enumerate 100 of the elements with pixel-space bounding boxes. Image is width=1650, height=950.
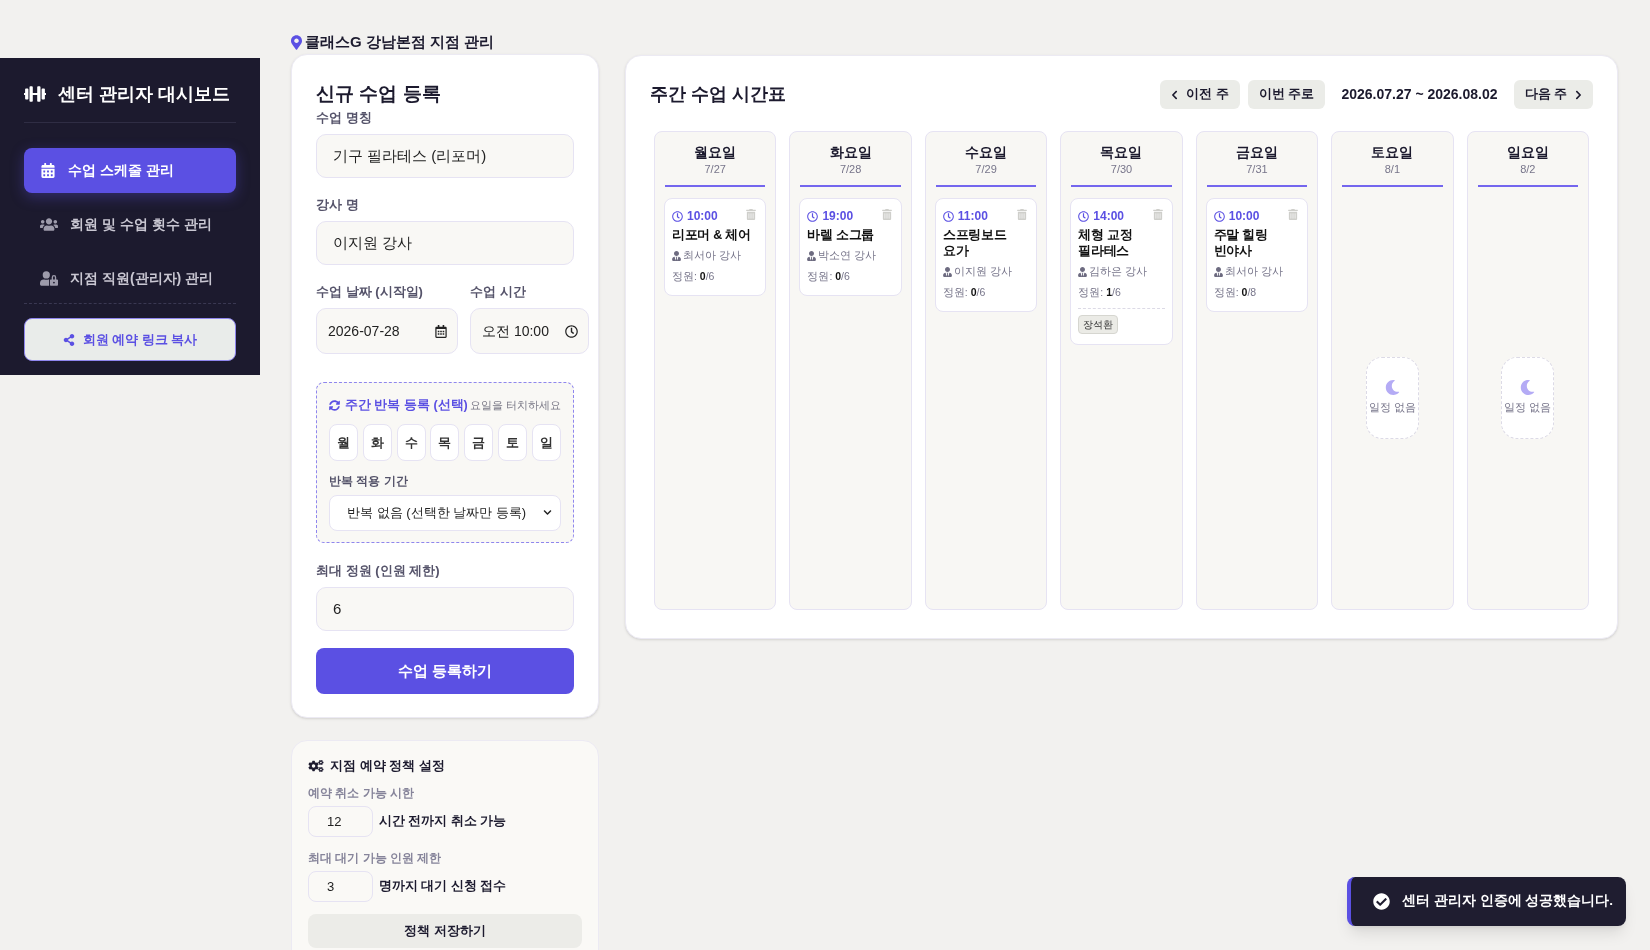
class-title: 스프링보드 요가 (942, 227, 1008, 259)
class-time: 19:00 (822, 209, 854, 223)
repeat-hint: 요일을 터치하세요 (469, 398, 561, 414)
day-date: 7/31 (1245, 162, 1269, 177)
class-time: 14:00 (1093, 209, 1124, 223)
chevron-down-icon (543, 508, 552, 518)
class-time: 11:00 (957, 209, 988, 223)
number-field[interactable]: 12 (308, 806, 373, 838)
dashboard-title: 센터 관리자 대시보드 (58, 83, 230, 106)
policy-title: 지점 예약 정책 설정 (330, 756, 445, 775)
clock-icon (807, 210, 819, 222)
instructor-name: 최서아 강사 (683, 248, 741, 263)
day-date: 7/27 (703, 162, 727, 177)
day-date: 7/28 (838, 162, 863, 177)
instructor-name: 최서아 강사 (1224, 264, 1283, 279)
users-icon (40, 217, 58, 232)
day-name: 목요일 (1099, 143, 1144, 162)
schedule-title: 주간 수업 시간표 (650, 83, 786, 106)
field-label: 수업 날짜 (시작일) (316, 283, 424, 300)
capacity-text: 정원: 0/6 (807, 268, 851, 284)
day-name: 수요일 (964, 143, 1009, 162)
day-name: 토요일 (1370, 143, 1415, 162)
field-label: 강사 명 (316, 196, 360, 213)
repeat-title: 주간 반복 등록 (선택) (345, 397, 468, 414)
weekday-toggle[interactable]: 수 (396, 423, 426, 461)
capacity-field[interactable]: 6 (316, 586, 574, 631)
sidebar-item[interactable]: 회원 및 수업 횟수 관리 (24, 202, 236, 247)
sidebar-item[interactable]: 수업 스케줄 관리 (24, 148, 236, 193)
this-week-button[interactable]: 이번 주로 (1247, 80, 1326, 109)
instructor-field[interactable]: 이지원 강사 (316, 221, 574, 265)
day-date: 7/30 (1109, 162, 1134, 177)
class-time: 10:00 (1228, 209, 1260, 223)
submit-class-button[interactable]: 수업 등록하기 (316, 647, 574, 694)
repeat-period-select[interactable]: 반복 없음 (선택한 날짜만 등록) (329, 494, 561, 531)
capacity-text: 정원: 0/8 (1213, 284, 1258, 300)
day-name: 월요일 (693, 143, 738, 162)
capacity-text: 정원: 0/6 (672, 268, 716, 284)
calendar-icon (40, 163, 56, 178)
clock-icon (1078, 210, 1090, 222)
share-icon (62, 333, 75, 346)
class-title: 주말 힐링 빈야사 (1213, 227, 1269, 259)
branch-title: 클래스G 강남본점 지점 관리 (305, 31, 495, 52)
chevron-right-icon (1575, 89, 1582, 100)
gears-icon (308, 759, 324, 772)
trash-icon[interactable] (746, 209, 757, 220)
day-name: 화요일 (828, 143, 873, 162)
person-icon (1213, 266, 1223, 277)
field-label: 최대 정원 (인원 제한) (316, 561, 441, 579)
class-name-field[interactable]: 기구 필라테스 (리포머) (316, 134, 574, 178)
weekday-toggle[interactable]: 월 (329, 423, 358, 461)
instructor-name: 김하은 강사 (1089, 264, 1148, 279)
clock-icon[interactable] (565, 324, 578, 338)
day-name: 금요일 (1234, 143, 1279, 162)
calendar-icon[interactable] (435, 324, 447, 338)
policy-suffix: 명까지 대기 신청 접수 (379, 878, 507, 896)
trash-icon[interactable] (881, 209, 892, 220)
day-date: 8/2 (1519, 162, 1537, 177)
trash-icon[interactable] (1152, 209, 1163, 220)
share-link-button[interactable]: 회원 예약 링크 복사 (24, 318, 236, 361)
class-title: 리포머 & 체어 (672, 227, 752, 243)
moon-icon (1384, 380, 1400, 396)
chevron-left-icon (1171, 89, 1179, 100)
capacity-text: 정원: 1/6 (1078, 284, 1122, 300)
form-title: 신규 수업 등록 (316, 82, 442, 106)
location-pin-icon (291, 34, 302, 50)
save-policy-button[interactable]: 정책 저장하기 (308, 914, 582, 949)
weekday-toggle[interactable]: 화 (362, 423, 392, 461)
field-label: 수업 명칭 (316, 109, 373, 126)
sync-icon (329, 399, 340, 411)
person-icon (672, 250, 681, 261)
class-title: 체형 교정 필라테스 (1078, 227, 1134, 259)
trash-icon[interactable] (1017, 209, 1028, 220)
time-field[interactable]: 오전 10:00 (470, 308, 589, 354)
period-label: 반복 적용 기간 (329, 472, 409, 490)
instructor-name: 이지원 강사 (953, 264, 1012, 279)
date-field[interactable]: 2026-07-28 (316, 308, 458, 354)
sidebar-item[interactable]: 지점 직원(관리자) 관리 (24, 256, 236, 301)
field-label: 수업 시간 (470, 283, 527, 300)
day-date: 7/29 (974, 162, 998, 177)
previous-week-button[interactable]: 이전 주 (1160, 80, 1240, 109)
weekday-toggle[interactable]: 목 (430, 423, 460, 461)
user-lock-icon (40, 271, 58, 286)
class-title: 바렐 소그룹 (807, 227, 876, 243)
dumbbell-icon (24, 85, 46, 103)
weekday-toggle[interactable]: 금 (464, 423, 494, 461)
person-icon (942, 266, 952, 277)
weekday-toggle[interactable]: 토 (498, 423, 528, 461)
trash-icon[interactable] (1288, 209, 1299, 220)
weekday-toggle[interactable]: 일 (531, 423, 561, 461)
person-icon (807, 250, 817, 261)
day-date: 8/1 (1383, 162, 1401, 177)
capacity-text: 정원: 0/6 (942, 284, 987, 300)
policy-suffix: 시간 전까지 취소 가능 (379, 813, 507, 831)
number-field[interactable]: 3 (308, 871, 373, 903)
policy-label: 예약 취소 가능 시한 (308, 785, 415, 803)
policy-label: 최대 대기 가능 인원 제한 (308, 850, 443, 868)
week-range-text: 2026.07.27 ~ 2026.08.02 (1341, 85, 1498, 104)
attendee-tag: 장석환 (1078, 314, 1119, 334)
moon-icon (1520, 380, 1536, 396)
next-week-button[interactable]: 다음 주 (1513, 80, 1593, 109)
